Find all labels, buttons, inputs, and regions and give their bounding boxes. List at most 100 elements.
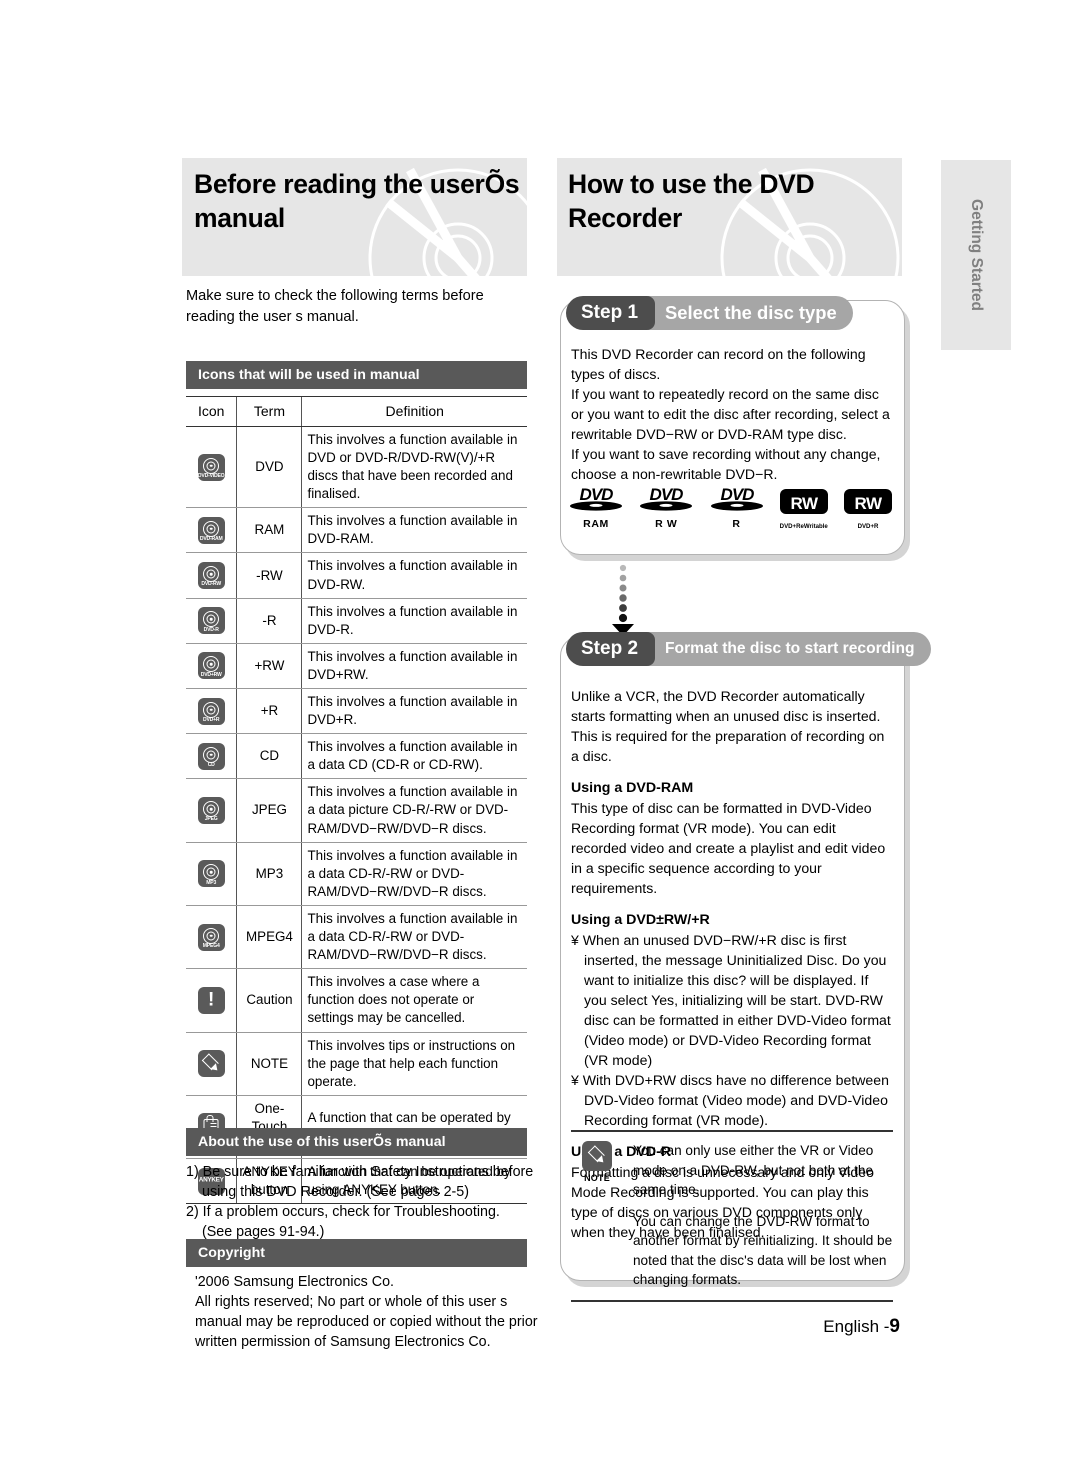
step2-sub2-title: Using a DVD±RW/+R [571,912,710,929]
table-cell-term: -RW [236,552,302,599]
svg-text:RW: RW [854,494,882,513]
table-row: CD CD This involves a function available i… [186,733,527,780]
table-row: JPEG JPEG This involves a function availab… [186,778,527,843]
table-cell-definition: This involves a function available in DV… [301,507,527,554]
disc-logo-rw: DVD R W [638,482,694,530]
dvd-plus-rw-icon: DVD+RW [197,652,225,680]
table-cell-term: NOTE [236,1032,302,1096]
table-cell-icon: JPEG [186,778,237,843]
table-cell-icon: CD [186,733,237,780]
table-cell-definition: This involves a function available in DV… [301,688,527,735]
note-icon-label: NOTE [584,1173,610,1183]
manual-page: Before reading the userÕs manual How to … [0,0,1080,1470]
table-cell-icon: DVD-RAM [186,507,237,554]
table-row: DVD-R -R This involves a function availabl… [186,598,527,644]
table-cell-icon [186,1032,237,1096]
about-list-item: 1) Be sure to be familiar with Safety In… [186,1164,534,1201]
jpeg-icon: JPEG [197,797,225,825]
getting-started-tab-label: Getting Started [968,199,985,311]
table-row: DVD-RAM RAM This involves a function avail… [186,507,527,554]
table-cell-definition: This involves a function available in a … [301,905,527,970]
note-pencil-icon [582,1141,612,1171]
table-cell-icon: DVD-R [186,598,237,644]
disc-logo-caption: DVD+ReWritable [779,523,828,530]
step1-body: This DVD Recorder can record on the foll… [571,344,893,484]
table-cell-definition: This involves a function available in a … [301,733,527,780]
mp3-icon: MP3 [197,860,225,888]
dvd-video-icon: DVD-VIDEO [197,453,225,481]
disc-logo-row: DVD RAM DVD R W DVD R RW DVD+ReWritable RW DVD+R [568,482,893,530]
disc-logo-caption: R W [655,518,678,530]
table-cell-definition: This involves a function available in DV… [301,598,527,644]
step1-paragraph: If you want to repeatedly record on the … [571,386,890,442]
disc-logo-r: DVD R [709,482,765,530]
step1-paragraph: This DVD Recorder can record on the foll… [571,346,866,382]
note-box: NOTE You can only use either the VR or V… [571,1130,893,1302]
dvd-ram-icon: DVD-RAM [197,516,225,544]
cd-icon: CD [197,742,225,770]
table-cell-icon: DVD-VIDEO [186,426,237,509]
table-cell-term: Caution [236,968,302,1033]
disc-logo-caption: RAM [583,518,609,530]
about-list-item: 2) If a problem occurs, check for Troubl… [186,1204,500,1241]
page-footer: English -9 [760,1316,900,1338]
step2-sub1-body: This type of disc can be formatted in DV… [571,800,886,897]
dvd-r-icon: DVD-R [197,607,225,635]
copyright-block: '2006 Samsung Electronics Co. All rights … [195,1272,543,1353]
table-cell-term: +R [236,688,302,735]
table-cell-definition: This involves a function available in DV… [301,552,527,599]
step2-bullet: ¥ When an unused DVD−RW/+R disc is first… [571,932,891,1069]
note-paragraph: You can change the DVD-RW format to anot… [633,1213,893,1288]
svg-text:DVD: DVD [580,485,614,504]
getting-started-tab: Getting Started [941,160,1011,350]
table-cell-icon: DVD-RW [186,552,237,599]
step1-paragraph: If you want to save recording without an… [571,446,881,482]
disc-logo-caption: DVD+R [857,523,879,530]
rw-logo-mark: RW [779,489,828,514]
step1-number: Step 1 [566,296,656,330]
icons-table: Icon Term Definition DVD-VIDEO DVD This in… [186,396,527,1205]
about-list: 1) Be sure to be familiar with Safety In… [186,1162,534,1243]
disc-logo-dvdrewritable: RW DVD+ReWritable [779,487,829,530]
mpeg4-icon: MPEG4 [197,923,225,951]
svg-text:DVD: DVD [650,485,684,504]
footer-language-label: English - [823,1317,890,1336]
step2-intro: Unlike a VCR, the DVD Recorder automatic… [571,688,885,764]
table-header-row: Icon Term Definition [186,396,527,427]
footer-page-number: 9 [889,1316,900,1337]
disc-logo-ram: DVD RAM [568,482,624,530]
copyright-line: '2006 Samsung Electronics Co. [195,1274,395,1290]
section-header-copyright: Copyright [186,1239,527,1267]
step2-sub1-title: Using a DVD-RAM [571,780,694,796]
note-icon-column: NOTE [571,1141,623,1296]
rw-logo-mark: RW [844,489,892,514]
table-row: NOTE This involves tips or instructions o… [186,1032,527,1096]
column-header-icon: Icon [186,396,237,427]
table-row: MPEG4 MPEG4 This involves a function avail… [186,905,527,970]
table-cell-definition: This involves tips or instructions on th… [301,1032,527,1096]
step2-name: Format the disc to start recording [643,632,931,666]
note-text: You can only use either the VR or Video … [623,1141,893,1296]
svg-text:RW: RW [790,494,818,513]
table-cell-term: MP3 [236,842,302,906]
table-cell-icon: MP3 [186,842,237,906]
table-cell-icon: DVD+RW [186,643,237,690]
table-cell-term: -R [236,598,302,644]
right-page-title: How to use the DVD Recorder [568,169,815,234]
column-header-term: Term [236,396,302,427]
note-paragraph: You can only use either the VR or Video … [633,1143,874,1198]
table-cell-term: RAM [236,507,302,554]
dvd-rw-icon: DVD-RW [197,562,225,590]
table-row: CautionThis involves a case where a func… [186,968,527,1033]
section-header-icons: Icons that will be used in manual [186,361,527,389]
note-bottom-rule [571,1299,893,1302]
dvd-logo-mark: DVD [570,485,622,511]
step2-bullet: ¥ With DVD+RW discs have no difference b… [571,1072,889,1129]
lead-paragraph: Make sure to check the following terms b… [186,288,484,325]
copyright-line: All rights reserved; No part or whole of… [195,1294,538,1351]
dvd-logo-mark: DVD [710,485,763,511]
table-cell-definition: This involves a case where a function do… [301,968,527,1033]
note-row: NOTE You can only use either the VR or V… [571,1132,893,1300]
table-row: MP3 MP3 This involves a function available… [186,842,527,906]
table-cell-icon: DVD+R [186,688,237,735]
